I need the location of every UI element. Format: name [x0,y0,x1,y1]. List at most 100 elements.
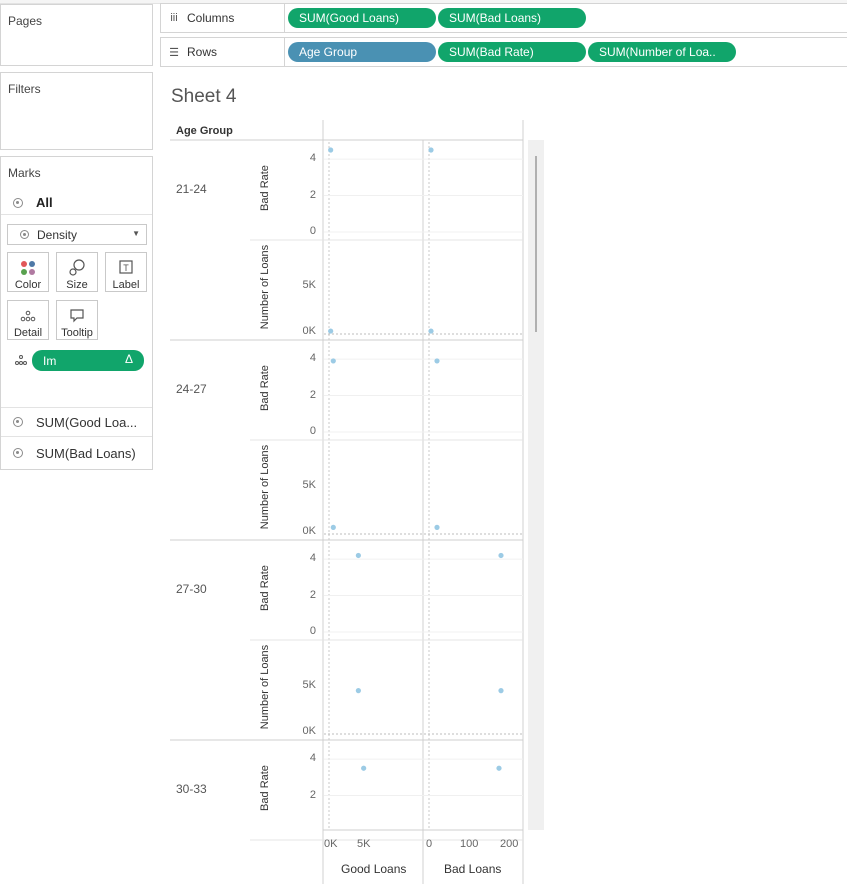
label-button[interactable]: T Label [105,252,147,292]
data-point-bad-rate-good-loans[interactable] [361,765,367,771]
pill-label: SUM(Number of Loa.. [599,45,716,59]
num-loans-tick: 0K [302,725,316,737]
detail-button[interactable]: Detail [7,300,49,340]
data-point-loans-bad-loans[interactable] [428,328,434,334]
bad-rate-tick: 2 [309,388,316,401]
radio-icon [13,417,23,427]
num-loans-tick: 5K [302,479,316,491]
measure-card-good-loans-label: SUM(Good Loa... [36,414,138,430]
data-point-loans-good-loans[interactable] [355,688,361,694]
data-point-bad-rate-bad-loans[interactable] [498,552,504,559]
measure-card-bad-loans[interactable]: SUM(Bad Loans) [1,438,152,468]
bad-rate-axis-title: Bad Rate [259,565,271,611]
age-group-header: Age Group [176,125,233,137]
bad-rate-tick: 4 [309,152,316,165]
rows-icon: ☰ [169,46,179,59]
x-tick-bad-loans: 100 [460,838,479,850]
pages-title: Pages [8,14,43,28]
marks-all-label: All [36,195,53,210]
label-label: Label [112,279,140,291]
detail-field-label: Im [43,353,57,368]
age-group-label: 30-33 [176,782,207,796]
bad-rate-tick: 4 [309,752,316,765]
data-point-bad-rate-good-loans[interactable] [355,552,361,559]
data-point-bad-rate-bad-loans[interactable] [496,765,502,771]
detail-field-icon [14,354,28,369]
tooltip-button[interactable]: Tooltip [56,300,98,340]
detail-dots-icon [8,305,48,327]
detail-label: Detail [13,327,43,339]
bad-rate-axis-title: Bad Rate [259,765,271,811]
good-loans-axis-title: Good Loans [341,862,407,876]
sheet-title: Sheet 4 [171,86,237,107]
rows-shelf[interactable]: ☰ Rows Age Group SUM(Bad Rate) SUM(Numbe… [160,37,847,67]
rows-shelf-label: ☰ Rows [161,38,285,66]
mark-type-dropdown[interactable]: Density ▼ [7,224,147,245]
pages-card[interactable]: Pages [0,4,153,66]
rows-pill-age-group[interactable]: Age Group [288,42,436,62]
marks-all-row[interactable]: All [1,191,152,215]
detail-field-pill[interactable]: Im Δ [32,350,144,371]
bad-rate-axis-title: Bad Rate [259,165,271,211]
bad-rate-axis-title: Bad Rate [259,365,271,411]
age-group-label: 27-30 [176,582,207,596]
bad-rate-tick: 0 [309,425,316,437]
pill-label: Age Group [299,45,358,59]
tooltip-label: Tooltip [61,327,93,339]
measure-card-good-loans[interactable]: SUM(Good Loa... [1,407,152,437]
radio-icon [13,197,23,208]
rows-pill-number-of-loans[interactable]: SUM(Number of Loa.. [588,42,736,62]
age-group-label: 24-27 [176,382,207,396]
measure-card-bad-loans-label: SUM(Bad Loans) [36,445,136,461]
bad-rate-tick: 4 [309,552,316,565]
data-point-loans-good-loans[interactable] [330,524,336,531]
size-button[interactable]: Size [56,252,98,292]
bad-rate-tick: 2 [309,188,316,201]
bad-rate-tick: 0 [309,625,316,637]
x-tick-good-loans: 0K [324,838,338,850]
color-dots-icon [8,257,48,279]
num-loans-tick: 5K [302,279,316,291]
data-point-bad-rate-good-loans[interactable] [330,358,336,364]
pill-label: SUM(Bad Rate) [449,45,534,59]
data-point-loans-bad-loans[interactable] [434,524,440,531]
num-loans-tick: 5K [302,679,316,691]
columns-icon: iii [170,12,178,24]
data-point-bad-rate-bad-loans[interactable] [428,147,434,153]
filters-card[interactable]: Filters [0,72,153,150]
rows-label-text: Rows [187,45,218,59]
label-t-icon: T [106,257,146,279]
data-point-loans-good-loans[interactable] [328,328,334,334]
size-label: Size [66,279,88,291]
rows-pill-bad-rate[interactable]: SUM(Bad Rate) [438,42,586,62]
scrollbar-thumb[interactable] [535,156,537,332]
columns-pill-bad-loans[interactable]: SUM(Bad Loans) [438,8,586,28]
color-button[interactable]: Color [7,252,49,292]
columns-pill-good-loans[interactable]: SUM(Good Loans) [288,8,436,28]
number-of-loans-axis-title: Number of Loans [259,244,271,330]
num-loans-tick: 0K [302,325,316,337]
data-point-bad-rate-good-loans[interactable] [328,147,334,153]
marks-title: Marks [8,166,41,180]
columns-shelf[interactable]: iii Columns SUM(Good Loans) SUM(Bad Loan… [160,3,847,33]
bad-rate-tick: 0 [309,225,316,237]
columns-shelf-label: iii Columns [161,4,285,32]
num-loans-tick: 0K [302,525,316,537]
data-point-bad-rate-bad-loans[interactable] [434,358,440,364]
delta-icon: Δ [124,352,133,366]
radio-icon [13,448,23,458]
number-of-loans-axis-title: Number of Loans [259,644,271,730]
marks-card: Marks All Density ▼ Color Size T Label D… [0,156,153,470]
pill-label: SUM(Good Loans) [299,11,400,25]
x-tick-good-loans: 5K [357,838,371,850]
data-point-loans-bad-loans[interactable] [498,688,504,694]
color-label: Color [14,279,42,291]
chevron-down-icon: ▼ [132,229,140,238]
age-group-label: 21-24 [176,182,207,196]
svg-text:T: T [123,263,129,273]
bad-loans-axis-title: Bad Loans [444,862,502,876]
x-tick-bad-loans: 200 [500,838,519,850]
tooltip-bubble-icon [57,305,97,327]
mark-type-value: Density [37,227,78,242]
bad-rate-tick: 2 [309,788,316,801]
